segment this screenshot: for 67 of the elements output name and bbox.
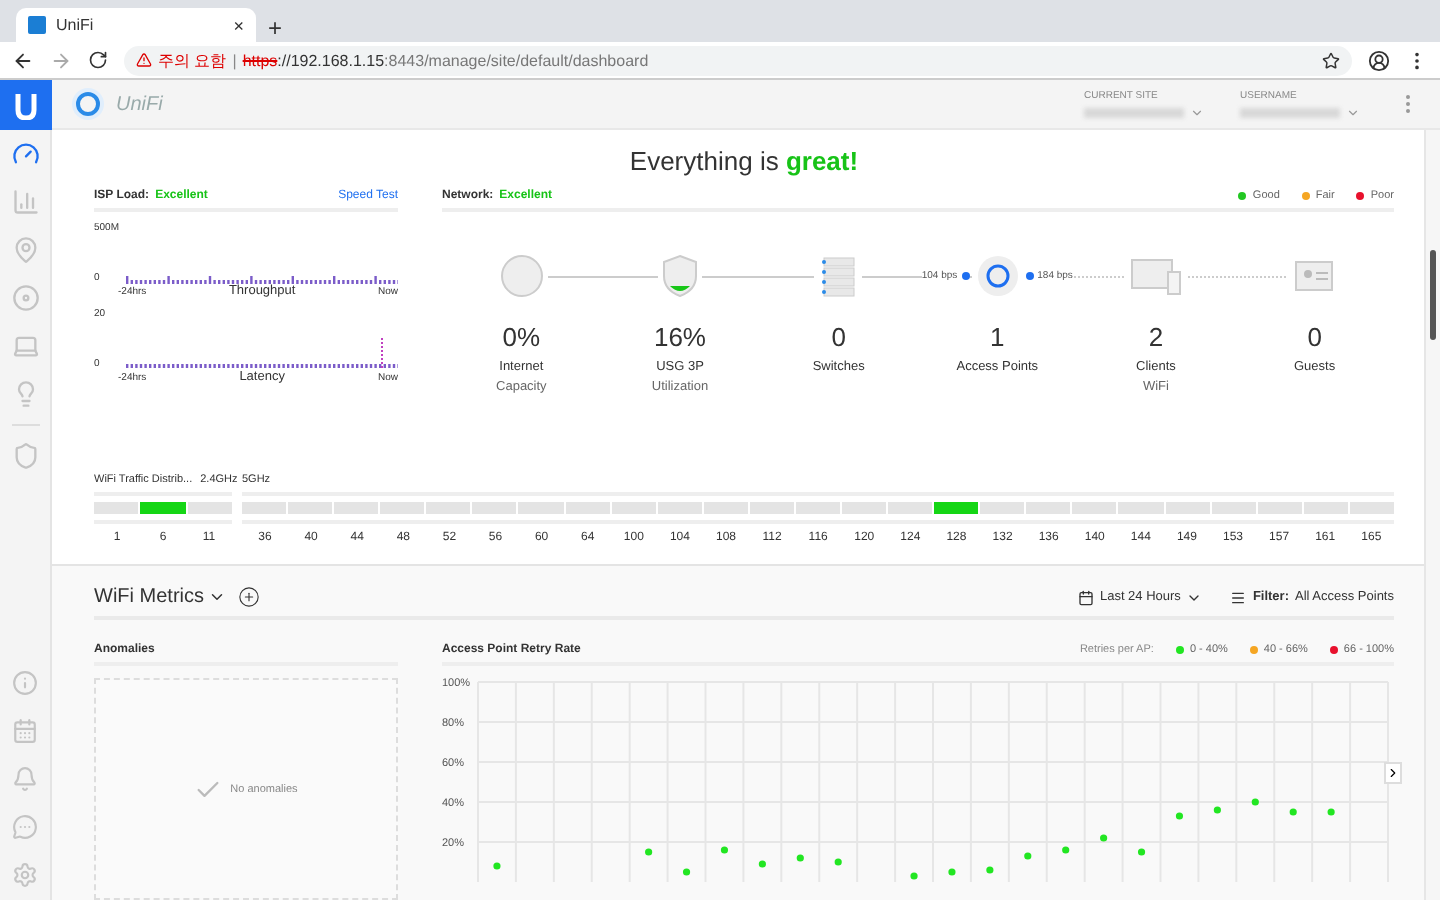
node-value: 2 xyxy=(1148,322,1164,352)
disc-icon[interactable] xyxy=(11,284,39,312)
metrics-dropdown[interactable]: WiFi Metrics xyxy=(94,586,226,608)
chevron-down-icon[interactable] xyxy=(1190,105,1204,119)
bell-icon[interactable] xyxy=(11,766,39,794)
browser-tab[interactable]: UniFi × xyxy=(16,8,256,42)
laptop-icon[interactable] xyxy=(11,332,39,360)
node-value: 0 xyxy=(831,322,846,352)
shield-drawing xyxy=(661,254,698,298)
data-point xyxy=(834,858,842,866)
gauge-icon[interactable] xyxy=(11,140,39,168)
data-point xyxy=(1289,808,1297,816)
switch-drawing xyxy=(818,254,859,298)
data-point xyxy=(758,860,766,868)
data-point xyxy=(1327,808,1335,816)
blurred-text xyxy=(1084,107,1184,117)
add-icon[interactable] xyxy=(238,586,260,608)
globe-drawing xyxy=(499,254,544,298)
data-point xyxy=(910,872,918,880)
blurred-text xyxy=(1240,107,1340,117)
data-point xyxy=(682,868,691,876)
data-point xyxy=(1100,834,1108,842)
info-icon[interactable] xyxy=(11,670,39,698)
data-point xyxy=(1213,806,1221,814)
data-point xyxy=(948,868,956,876)
node-value: 0 xyxy=(1307,322,1322,352)
bar-chart-icon[interactable] xyxy=(11,188,39,216)
chat-icon[interactable] xyxy=(11,814,39,842)
data-point xyxy=(1251,798,1259,806)
app-logo-text: UniFi xyxy=(116,93,163,115)
chevron-right-icon xyxy=(1386,766,1400,780)
profile-icon[interactable] xyxy=(1368,49,1390,71)
bookmark-star-icon[interactable] xyxy=(1322,51,1340,69)
separator: | xyxy=(232,51,237,69)
reload-icon[interactable] xyxy=(88,50,108,70)
access-point-drawing xyxy=(975,254,1020,298)
data-point xyxy=(986,866,994,874)
chevron-down-icon[interactable] xyxy=(1346,105,1360,119)
calendar-icon[interactable] xyxy=(11,718,39,746)
data-point xyxy=(1137,848,1146,856)
data-point xyxy=(1175,812,1184,820)
shield-icon[interactable] xyxy=(11,442,39,470)
back-icon[interactable] xyxy=(12,49,34,71)
status-heading: Everything is great! xyxy=(627,146,861,180)
caret-icon xyxy=(208,588,226,606)
new-tab-button[interactable]: + xyxy=(268,14,283,42)
devices-drawing xyxy=(1129,254,1182,298)
calendar-icon xyxy=(1077,589,1094,605)
node-value: 16% xyxy=(653,322,706,352)
data-point xyxy=(493,862,501,870)
data-point xyxy=(720,846,729,854)
address-field[interactable]: 주의 요함 | https://192.168.1.15:8443/manage/site/default/dashboard xyxy=(124,45,1352,75)
data-point xyxy=(645,848,653,856)
node-value: 0% xyxy=(502,322,541,352)
tab-close-button[interactable]: × xyxy=(233,15,244,35)
data-point xyxy=(796,854,804,862)
data-point xyxy=(1062,846,1070,854)
security-warning: 주의 요함 xyxy=(158,49,227,71)
forward-icon[interactable] xyxy=(50,49,72,71)
warning-icon xyxy=(136,52,152,68)
next-button[interactable] xyxy=(1384,762,1402,784)
map-pin-icon[interactable] xyxy=(11,236,39,264)
filter-lines-icon xyxy=(1230,589,1247,605)
settings-icon[interactable] xyxy=(11,862,39,890)
url-text: https://192.168.1.15:8443/manage/site/default/dashboard xyxy=(242,51,649,69)
node-value: 1 xyxy=(990,322,1005,352)
data-point xyxy=(1024,852,1032,860)
